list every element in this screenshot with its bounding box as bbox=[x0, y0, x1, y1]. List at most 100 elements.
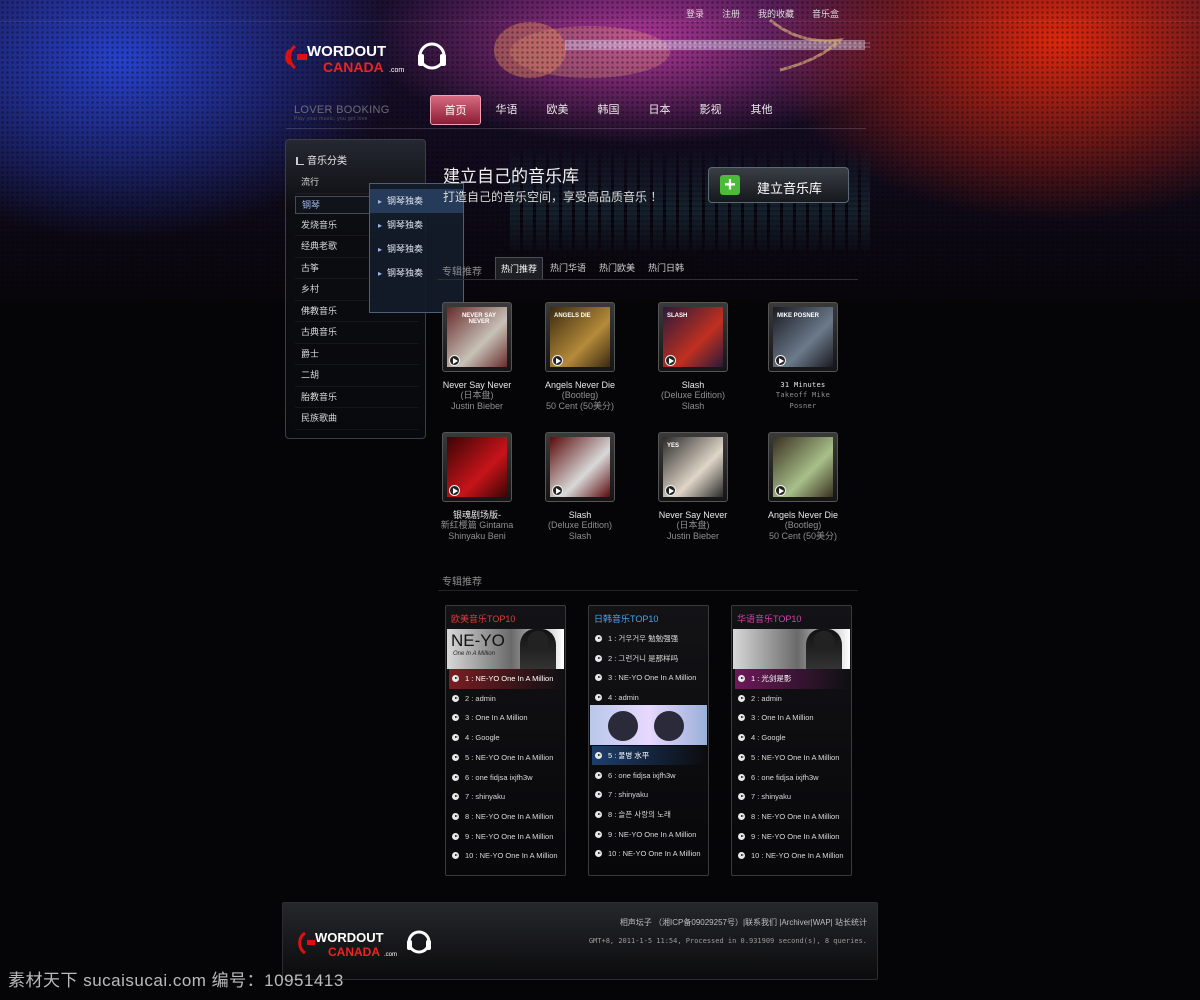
chart-banner[interactable]: NE-YO One In A Million bbox=[447, 629, 564, 669]
nav-item-western[interactable]: 欧美 bbox=[532, 95, 583, 125]
tab-hot-chinese[interactable]: 热门华语 bbox=[545, 257, 591, 279]
album-subtitle: Takeoff Mike bbox=[775, 391, 831, 399]
chart-banner[interactable] bbox=[733, 629, 850, 669]
chart-row[interactable]: 5 : NE-YO One In A Million bbox=[735, 748, 848, 768]
footer-links[interactable]: 相声坛子 （湘ICP备09029257号）|联系我们 |Archiver|WAP… bbox=[620, 917, 867, 928]
album-cover[interactable]: NEVER SAY NEVER bbox=[442, 302, 512, 372]
chart-title[interactable]: 欧美音乐TOP10 bbox=[451, 612, 515, 625]
sidebar-item[interactable]: 民族歌曲 bbox=[295, 408, 419, 430]
chart-row[interactable]: 6 : one fidjsa ixjfh3w bbox=[735, 768, 848, 788]
album-artist: 50 Cent (50美分) bbox=[768, 530, 838, 541]
play-icon[interactable] bbox=[552, 355, 563, 366]
album-card[interactable]: Slash (Deluxe Edition) Slash bbox=[525, 432, 635, 541]
chart-row[interactable]: 9 : NE-YO One In A Million bbox=[735, 827, 848, 847]
chart-row[interactable]: 2 : admin bbox=[449, 689, 562, 709]
album-card[interactable]: SLASH Slash (Deluxe Edition) Slash bbox=[638, 302, 748, 411]
album-cover[interactable]: ANGELS DIE bbox=[545, 302, 615, 372]
play-icon[interactable] bbox=[449, 355, 460, 366]
create-library-button[interactable]: + 建立音乐库 bbox=[708, 167, 849, 203]
album-cover[interactable]: SLASH bbox=[658, 302, 728, 372]
sidebar-item[interactable]: 二胡 bbox=[295, 365, 419, 387]
play-icon[interactable] bbox=[665, 355, 676, 366]
sidebar-item[interactable]: 古典音乐 bbox=[295, 322, 419, 344]
chart-row[interactable]: 6 : one fidjsa ixjfh3w bbox=[592, 766, 705, 786]
nav-item-japanese[interactable]: 日本 bbox=[634, 95, 685, 125]
album-cover[interactable]: MIKE POSNER bbox=[768, 302, 838, 372]
chart-row[interactable]: 3 : NE-YO One In A Million bbox=[592, 668, 705, 688]
album-cover[interactable] bbox=[545, 432, 615, 502]
top10-chart: 日韩音乐TOP10 1 : 거우거우 勉勉强强 2 : 그런거니 是那样吗 3 : N… bbox=[588, 605, 709, 876]
footer-stats: GMT+8, 2011-1-5 11:54, Processed in 0.93… bbox=[588, 937, 867, 945]
chart-row[interactable]: 1 : NE-YO One In A Million bbox=[449, 669, 562, 689]
footer-logo[interactable]: WORDOUT CANADA .com bbox=[295, 925, 435, 961]
tab-hot-jpkr[interactable]: 热门日韩 bbox=[643, 257, 689, 279]
chart-row[interactable]: 10 : NE-YO One In A Million bbox=[449, 846, 562, 866]
album-title: Never Say Never bbox=[658, 510, 728, 520]
tab-hot-western[interactable]: 热门欧美 bbox=[594, 257, 640, 279]
chart-title[interactable]: 华语音乐TOP10 bbox=[737, 612, 801, 625]
chart-row[interactable]: 1 : 거우거우 勉勉强强 bbox=[592, 629, 705, 649]
site-logo[interactable]: WORDOUT CANADA .com bbox=[283, 36, 453, 78]
album-cover[interactable] bbox=[768, 432, 838, 502]
chart-row[interactable]: 2 : 그런거니 是那样吗 bbox=[592, 649, 705, 669]
chart-row[interactable]: 5 : 물병 水平 bbox=[592, 745, 705, 766]
sidebar-item[interactable]: 胎教音乐 bbox=[295, 387, 419, 408]
play-icon[interactable] bbox=[449, 485, 460, 496]
charts-section-label: 专辑推荐 bbox=[442, 577, 482, 588]
tab-hot-recommend[interactable]: 热门推荐 bbox=[495, 257, 544, 279]
chart-title[interactable]: 日韩音乐TOP10 bbox=[594, 612, 658, 625]
chart-row[interactable]: 8 : NE-YO One In A Million bbox=[449, 807, 562, 827]
sidebar-item[interactable]: 爵士 bbox=[295, 344, 419, 365]
favorites-link[interactable]: 我的收藏 bbox=[749, 7, 803, 20]
sidebar-item[interactable]: 钢琴 bbox=[295, 195, 373, 214]
album-subtitle: 新红樱篇 Gintama bbox=[440, 520, 514, 530]
chart-row[interactable]: 4 : Google bbox=[449, 728, 562, 748]
chart-row[interactable]: 10 : NE-YO One In A Million bbox=[735, 846, 848, 866]
album-card[interactable]: ANGELS DIE Angels Never Die (Bootleg) 50 Ce… bbox=[525, 302, 635, 411]
chart-row[interactable]: 8 : 슬픈 사랑의 노래 bbox=[592, 805, 705, 825]
chart-row[interactable]: 9 : NE-YO One In A Million bbox=[449, 827, 562, 847]
album-cover[interactable] bbox=[442, 432, 512, 502]
play-icon[interactable] bbox=[552, 485, 563, 496]
chart-row[interactable]: 9 : NE-YO One In A Million bbox=[592, 825, 705, 845]
album-card[interactable]: Angels Never Die (Bootleg) 50 Cent (50美分) bbox=[748, 432, 858, 541]
chart-row[interactable]: 5 : NE-YO One In A Million bbox=[449, 748, 562, 768]
sidebar-title: 音乐分类 bbox=[296, 152, 347, 167]
chart-row[interactable]: 3 : One In A Million bbox=[449, 708, 562, 728]
chart-row[interactable]: 2 : admin bbox=[735, 689, 848, 709]
nav-item-chinese[interactable]: 华语 bbox=[481, 95, 532, 125]
album-card[interactable]: MIKE POSNER 31 Minutes Takeoff Mike Posner bbox=[748, 302, 858, 411]
album-tabs: 专辑推荐 热门推荐 热门华语 热门欧美 热门日韩 bbox=[438, 255, 858, 280]
nav-item-korean[interactable]: 韩国 bbox=[583, 95, 634, 125]
album-cover-text: ANGELS DIE bbox=[554, 313, 591, 319]
album-card[interactable]: YES Never Say Never (日本盘) Justin Bieber bbox=[638, 432, 748, 541]
album-subtitle: (Bootleg) bbox=[561, 390, 599, 400]
chart-row[interactable]: 1 : 光剑是影 bbox=[735, 669, 848, 689]
banner-album: One In A Million bbox=[453, 651, 495, 657]
nav-item-home[interactable]: 首页 bbox=[430, 95, 481, 125]
chart-row[interactable]: 6 : one fidjsa ixjfh3w bbox=[449, 768, 562, 788]
login-link[interactable]: 登录 bbox=[677, 7, 713, 20]
nav-tagline: LOVER BOOKING Play your music, you get l… bbox=[294, 104, 390, 122]
album-cover[interactable]: YES bbox=[658, 432, 728, 502]
chart-row[interactable]: 3 : One In A Million bbox=[735, 708, 848, 728]
chart-row[interactable]: 8 : NE-YO One In A Million bbox=[735, 807, 848, 827]
chart-row[interactable]: 7 : shinyaku bbox=[735, 787, 848, 807]
play-icon[interactable] bbox=[775, 485, 786, 496]
chart-row[interactable]: 4 : Google bbox=[735, 728, 848, 748]
play-icon[interactable] bbox=[665, 485, 676, 496]
album-card[interactable]: 银魂剧场版- 新红樱篇 Gintama Shinyaku Beni bbox=[422, 432, 532, 541]
chart-row[interactable]: 7 : shinyaku bbox=[449, 787, 562, 807]
album-artist: Slash bbox=[681, 400, 705, 411]
charts-divider bbox=[438, 590, 858, 591]
play-icon[interactable] bbox=[775, 355, 786, 366]
music-box-link[interactable]: 音乐盒 bbox=[803, 7, 848, 20]
nav-item-film[interactable]: 影视 bbox=[685, 95, 736, 125]
nav-item-other[interactable]: 其他 bbox=[736, 95, 787, 125]
banner-person bbox=[806, 629, 842, 669]
album-card[interactable]: NEVER SAY NEVER Never Say Never (日本盘) Justi… bbox=[422, 302, 532, 411]
chart-row[interactable]: 10 : NE-YO One In A Million bbox=[592, 844, 705, 864]
chart-banner[interactable] bbox=[590, 704, 707, 745]
register-link[interactable]: 注册 bbox=[713, 7, 749, 20]
chart-row[interactable]: 7 : shinyaku bbox=[592, 785, 705, 805]
